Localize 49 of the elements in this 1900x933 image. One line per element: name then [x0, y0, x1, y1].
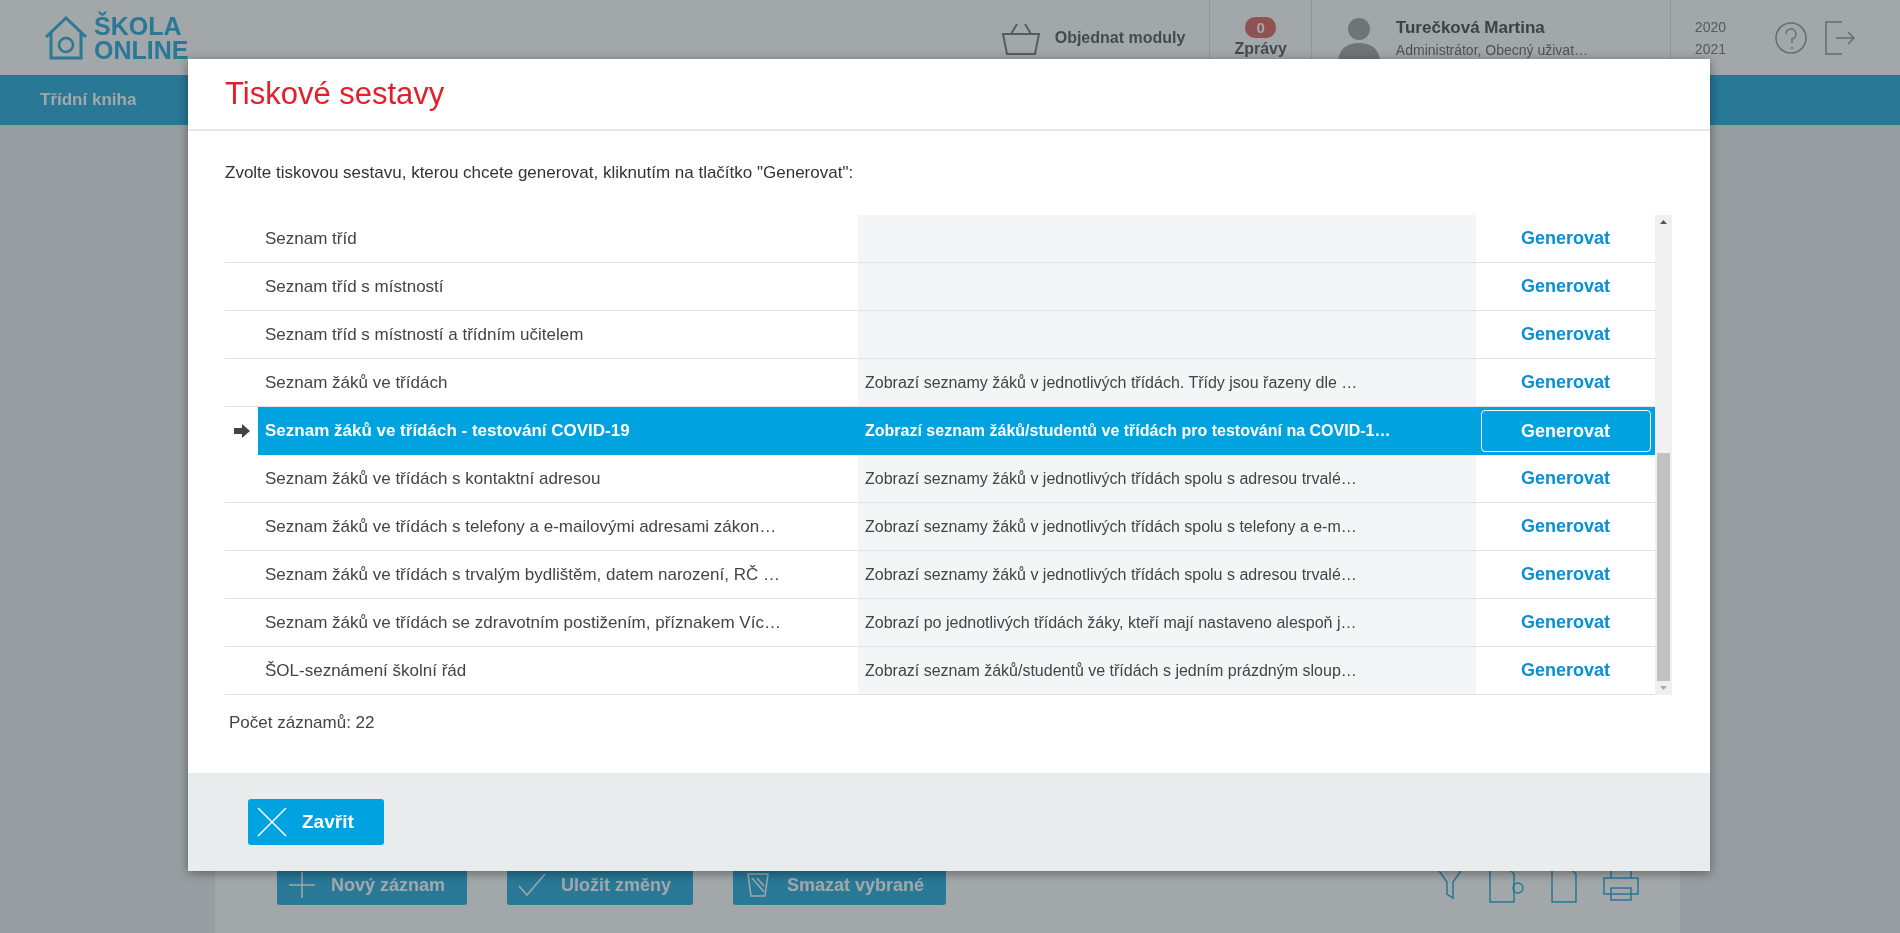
- plus-icon: [287, 870, 317, 900]
- report-name-cell[interactable]: Seznam žáků ve třídách - testování COVID-19: [258, 407, 858, 455]
- report-name-cell[interactable]: Seznam žáků ve třídách s trvalým bydlištěm, datem narození, RČ …: [258, 551, 858, 598]
- generate-button[interactable]: Generovat: [1480, 217, 1651, 260]
- generate-button[interactable]: Generovat: [1480, 457, 1651, 500]
- record-count: Počet záznamů: 22: [228, 712, 376, 733]
- report-description-cell: Zobrazí seznam žáků/studentů ve třídách s jedním prázdným sloup…: [858, 647, 1476, 694]
- report-description-cell: Zobrazí seznamy žáků v jednotlivých třídách spolu s adresou trvalé…: [858, 551, 1476, 598]
- report-description-cell: Zobrazí seznamy žáků v jednotlivých třídách. Třídy jsou řazeny dle …: [858, 359, 1476, 406]
- report-description-cell: Zobrazí seznamy žáků v jednotlivých třídách spolu s telefony a e-m…: [858, 503, 1476, 550]
- generate-button[interactable]: Generovat: [1480, 361, 1651, 404]
- messages-link[interactable]: Zprávy: [1234, 40, 1287, 58]
- logo-text: ONLINE: [94, 37, 189, 62]
- generate-button[interactable]: Generovat: [1480, 410, 1651, 452]
- close-icon: [256, 806, 288, 838]
- user-role: Administrátor, Obecný uživat…: [1395, 41, 1590, 58]
- dialog-title: Tiskové sestavy: [188, 59, 1710, 131]
- help-icon[interactable]: [1774, 20, 1808, 55]
- logo-text: ŠKOLA: [94, 13, 183, 38]
- order-modules-link[interactable]: Objednat moduly: [1054, 28, 1186, 47]
- house-logo-icon: [42, 14, 90, 61]
- school-year: 2020: [1694, 18, 1726, 35]
- scrollbar[interactable]: [1655, 215, 1672, 695]
- close-button[interactable]: Zavřit: [248, 799, 384, 845]
- report-name-cell[interactable]: Seznam tříd: [258, 215, 858, 262]
- report-name-cell[interactable]: Seznam žáků ve třídách s telefony a e-mailovými adresami zákon…: [258, 503, 858, 550]
- report-name-cell[interactable]: Seznam žáků ve třídách se zdravotním postižením, příznakem Víc…: [258, 599, 858, 646]
- logout-icon[interactable]: [1822, 19, 1856, 56]
- report-description-cell: Zobrazí seznam žáků/studentů ve třídách pro testování na COVID-1…: [858, 407, 1476, 455]
- generate-button[interactable]: Generovat: [1480, 649, 1651, 692]
- report-description-cell: Zobrazí po jednotlivých třídách žáky, kteří mají nastaveno alespoň j…: [858, 599, 1476, 646]
- generate-button[interactable]: Generovat: [1480, 265, 1651, 308]
- user-name: Turečková Martina: [1395, 17, 1546, 38]
- report-name-cell[interactable]: Seznam žáků ve třídách: [258, 359, 858, 406]
- generate-button[interactable]: Generovat: [1480, 553, 1651, 596]
- message-count-badge: 0: [1245, 17, 1276, 38]
- nav-item[interactable]: Třídní kniha: [40, 90, 137, 110]
- generate-button[interactable]: Generovat: [1480, 601, 1651, 644]
- report-name-cell[interactable]: Seznam tříd s místností: [258, 263, 858, 310]
- report-description-cell: Zobrazí seznamy žáků v jednotlivých třídách spolu s adresou trvalé…: [858, 455, 1476, 502]
- generate-button[interactable]: Generovat: [1480, 505, 1651, 548]
- report-name-cell[interactable]: Seznam žáků ve třídách s kontaktní adresou: [258, 455, 858, 502]
- scrollbar-thumb[interactable]: [1657, 453, 1670, 681]
- instruction-text: Zvolte tiskovou sestavu, kterou chcete generovat, kliknutím na tlačítko "Generovat":: [224, 162, 855, 184]
- report-name-cell[interactable]: ŠOL-seznámení školní řád: [258, 647, 858, 694]
- arrow-icon: [233, 424, 250, 438]
- generate-button[interactable]: Generovat: [1480, 313, 1651, 356]
- report-name-cell[interactable]: Seznam tříd s místností a třídním učitelem: [258, 311, 858, 358]
- school-year: 2021: [1694, 40, 1726, 57]
